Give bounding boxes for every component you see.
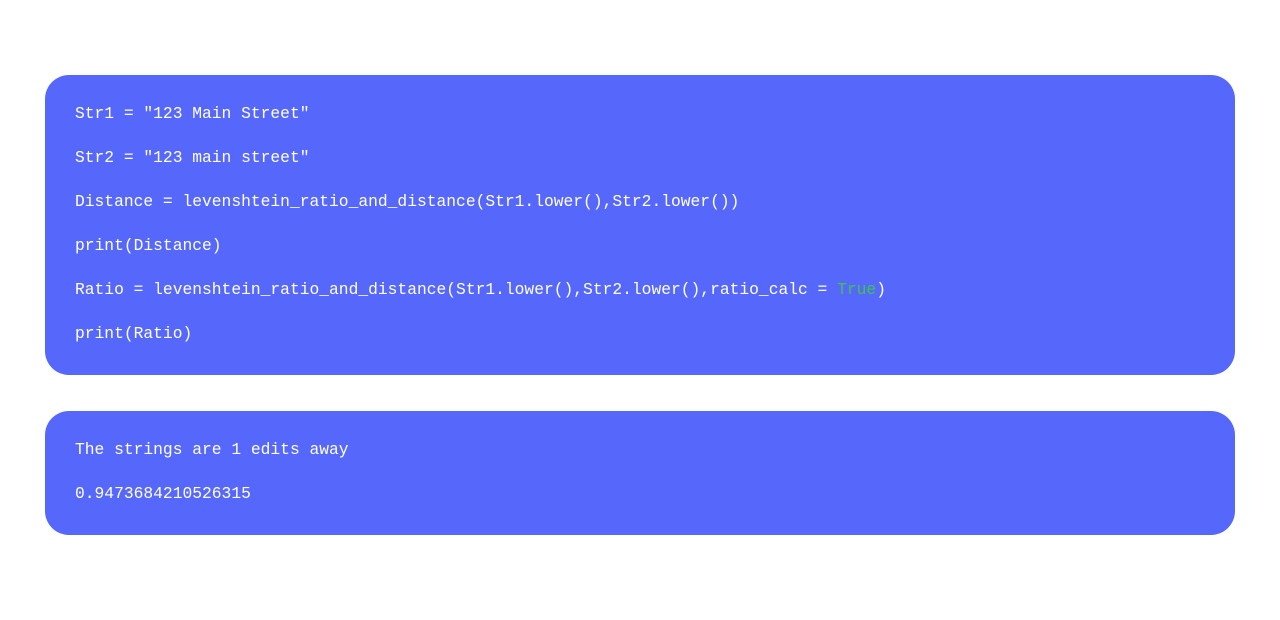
- code-source-block: Str1 = "123 Main Street" Str2 = "123 mai…: [45, 75, 1235, 375]
- code-line: Ratio = levenshtein_ratio_and_distance(S…: [75, 279, 1205, 301]
- output-line: The strings are 1 edits away: [75, 439, 1205, 461]
- code-line: print(Ratio): [75, 323, 1205, 345]
- code-output-block: The strings are 1 edits away 0.947368421…: [45, 411, 1235, 535]
- code-line: print(Distance): [75, 235, 1205, 257]
- code-text: Str2 = "123 main street": [75, 148, 310, 167]
- code-line: Str1 = "123 Main Street": [75, 103, 1205, 125]
- code-keyword-true: True: [837, 280, 876, 299]
- code-text: print(Ratio): [75, 324, 192, 343]
- code-line: Str2 = "123 main street": [75, 147, 1205, 169]
- code-text: ): [876, 280, 886, 299]
- output-text: The strings are 1 edits away: [75, 440, 349, 459]
- code-text: Ratio = levenshtein_ratio_and_distance(S…: [75, 280, 837, 299]
- output-text: 0.9473684210526315: [75, 484, 251, 503]
- code-text: Distance = levenshtein_ratio_and_distanc…: [75, 192, 739, 211]
- code-text: print(Distance): [75, 236, 222, 255]
- code-line: Distance = levenshtein_ratio_and_distanc…: [75, 191, 1205, 213]
- output-line: 0.9473684210526315: [75, 483, 1205, 505]
- code-text: Str1 = "123 Main Street": [75, 104, 310, 123]
